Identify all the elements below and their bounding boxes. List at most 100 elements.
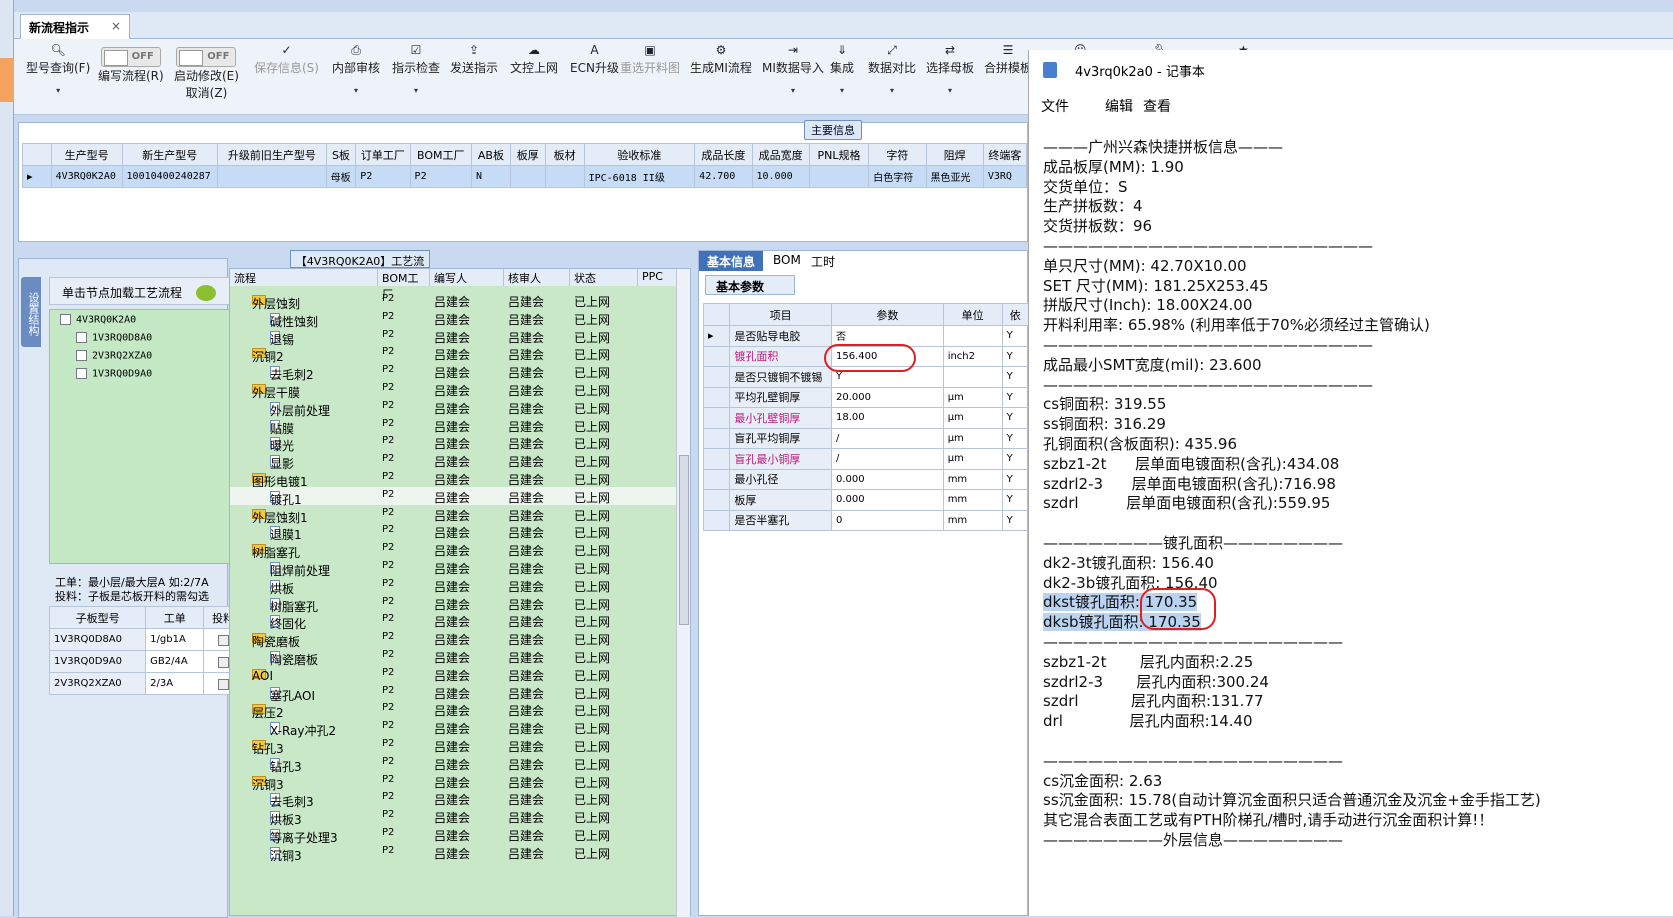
flow-row[interactable]: 树脂塞孔 P2 吕建会 吕建会 已上网 (230, 594, 678, 614)
column-header[interactable]: 升级前旧生产型号 (217, 143, 327, 166)
table-cell[interactable]: 1/gb1A (145, 628, 205, 651)
table-cell[interactable] (808, 165, 870, 188)
flow-row[interactable]: 沉铜3 P2 吕建会 吕建会 已上网 (230, 772, 678, 792)
column-header[interactable]: BOM工厂 (409, 143, 472, 166)
menu-item-0[interactable]: 文件 (1041, 96, 1069, 116)
flow-row[interactable]: X-Ray冲孔2 P2 吕建会 吕建会 已上网 (230, 718, 678, 738)
toolbar-list-button[interactable]: ☰ 合拼模板 (984, 43, 1032, 76)
flow-row[interactable]: 阻焊前处理 P2 吕建会 吕建会 已上网 (230, 558, 678, 578)
column-header[interactable]: 字符 (868, 143, 927, 166)
flow-row[interactable]: 显影 P2 吕建会 吕建会 已上网 (230, 451, 678, 471)
flow-row[interactable]: 树脂塞孔 P2 吕建会 吕建会 已上网 (230, 540, 678, 560)
close-icon[interactable]: × (111, 19, 121, 33)
toolbar-label-2[interactable]: 取消(Z) (186, 86, 228, 100)
table-cell[interactable] (217, 165, 327, 188)
flow-row[interactable]: AOI P2 吕建会 吕建会 已上网 (230, 665, 678, 683)
off-toggle[interactable]: OFF (176, 47, 237, 67)
flow-row[interactable]: 外层蚀刻 P2 吕建会 吕建会 已上网 (230, 291, 678, 311)
flow-row[interactable]: 去毛刺2 P2 吕建会 吕建会 已上网 (230, 362, 678, 382)
param-value[interactable]: 0.000 (830, 468, 944, 490)
param-row[interactable]: 盲孔平均铜厚 / μm Y (702, 427, 1030, 449)
toolbar-image-button[interactable]: ▣ 重选开料图 (620, 43, 680, 76)
table-row[interactable]: ▸ 4V3RQ0K2A0 10010400240287 母板 P2 P2 N IPC-6018… (22, 165, 1028, 188)
toolbar-cogs-button[interactable]: ⚙ 生成MI流程 (690, 43, 752, 76)
toolbar-toggle-2[interactable]: OFF 启动修改(E) 取消(Z) (174, 47, 239, 101)
flow-row[interactable]: 图形电镀1 P2 吕建会 吕建会 已上网 (230, 469, 678, 489)
chevron-down-icon[interactable]: ▾ (926, 86, 974, 95)
flow-row[interactable]: 外层蚀刻1 P2 吕建会 吕建会 已上网 (230, 505, 678, 525)
table-cell[interactable]: 10.000 (751, 165, 810, 188)
param-row[interactable]: 最小孔径 0.000 mm Y (702, 468, 1030, 490)
table-row[interactable]: 2V3RQ2XZA0 2/3A (48, 672, 243, 695)
flow-row[interactable]: 钻孔3 P2 吕建会 吕建会 已上网 (230, 754, 678, 774)
flow-column-header[interactable]: BOM工厂 (378, 269, 430, 301)
param-row[interactable]: 盲孔最小铜厚 / μm Y (702, 448, 1030, 470)
param-value[interactable]: 18.00 (830, 407, 944, 429)
column-header[interactable]: 参数 (830, 303, 944, 326)
table-cell[interactable]: 4V3RQ0K2A0 (50, 165, 123, 188)
table-cell[interactable]: P2 (409, 165, 472, 188)
flow-row[interactable]: 外层干膜 P2 吕建会 吕建会 已上网 (230, 380, 678, 400)
tab-0[interactable]: 基本信息 (699, 251, 764, 271)
flow-row[interactable]: 沉铜2 P2 吕建会 吕建会 已上网 (230, 344, 678, 364)
column-header[interactable]: 成品长度 (694, 143, 753, 166)
column-header[interactable]: 板厚 (509, 143, 546, 166)
toolbar-upload-button[interactable]: ⇪ 发送指示 (450, 43, 498, 76)
column-header[interactable]: 项目 (729, 303, 832, 326)
chevron-down-icon[interactable]: ▾ (868, 86, 916, 95)
column-header[interactable]: 阻焊 (925, 143, 984, 166)
table-cell[interactable]: 母板 (325, 165, 357, 188)
column-header[interactable]: 板材 (544, 143, 585, 166)
table-cell[interactable]: 1V3RQ0D8A0 (48, 628, 147, 651)
tree-node[interactable]: 4V3RQ0K2A0 (60, 314, 136, 326)
table-row[interactable]: 1V3RQ0D9A0 GB2/4A (48, 650, 243, 673)
table-row[interactable]: 1V3RQ0D8A0 1/gb1A (48, 628, 243, 651)
param-value[interactable]: / (830, 427, 944, 449)
table-cell[interactable]: 黑色亚光 (925, 165, 984, 188)
toolbar-printer-button[interactable]: ⎙ 内部审核 ▾ (332, 43, 380, 95)
flow-scrollbar[interactable] (676, 269, 690, 917)
table-cell[interactable]: P2 (355, 165, 411, 188)
flow-row[interactable]: 退锡 P2 吕建会 吕建会 已上网 (230, 327, 678, 347)
flow-row[interactable]: 烘板 P2 吕建会 吕建会 已上网 (230, 576, 678, 596)
column-header[interactable]: 成品宽度 (751, 143, 810, 166)
flow-row[interactable]: 陶瓷磨板 P2 吕建会 吕建会 已上网 (230, 629, 678, 649)
table-cell[interactable]: V3RQ (982, 165, 1028, 188)
table-cell[interactable]: 2/3A (145, 672, 205, 695)
toolbar-search-button[interactable]: 🔍︎ 型号查询(F) ▾ (26, 43, 90, 95)
column-header[interactable]: 生产型号 (50, 143, 123, 166)
column-header[interactable]: 单位 (942, 303, 1003, 326)
param-value[interactable]: 0.000 (830, 489, 944, 511)
checkbox[interactable] (60, 314, 71, 325)
flow-row[interactable]: 镀孔1 P2 吕建会 吕建会 已上网 (230, 486, 678, 507)
notepad-text[interactable]: ———广州兴森快捷拼板信息——— 成品板厚(MM): 1.90 交货单位：S 生… (1043, 138, 1541, 851)
toolbar-check-button[interactable]: ✓ 保存信息(S) (254, 43, 319, 76)
chevron-down-icon[interactable]: ▾ (332, 86, 380, 95)
chevron-down-icon[interactable]: ▾ (830, 86, 854, 95)
param-value[interactable]: 20.000 (830, 386, 944, 408)
tab-new-flow[interactable]: 新流程指示 × (20, 14, 130, 39)
table-cell[interactable]: 42.700 (694, 165, 753, 188)
column-header[interactable]: 订单工厂 (355, 143, 411, 166)
toolbar-compare-button[interactable]: ⤢ 数据对比 ▾ (868, 43, 916, 95)
checkbox[interactable] (76, 332, 87, 343)
table-cell[interactable]: IPC-6018 II级 (583, 165, 696, 188)
flow-row[interactable]: 陶瓷磨板 P2 吕建会 吕建会 已上网 (230, 647, 678, 667)
param-row[interactable]: 板厚 0.000 mm Y (702, 489, 1030, 511)
param-row[interactable]: 平均孔壁铜厚 20.000 μm Y (702, 386, 1030, 408)
flow-row[interactable]: 塞孔AOI P2 吕建会 吕建会 已上网 (230, 683, 678, 703)
table-cell[interactable]: 1V3RQ0D9A0 (48, 650, 147, 673)
column-header[interactable]: 新生产型号 (121, 143, 219, 166)
menu-item-1[interactable]: 编辑 (1105, 96, 1133, 116)
column-header[interactable]: 验收标准 (583, 143, 696, 166)
flow-row[interactable]: 终固化 P2 吕建会 吕建会 已上网 (230, 611, 678, 631)
toolbar-checkbox-button[interactable]: ☑ 指示检查 ▾ (392, 43, 440, 95)
param-value[interactable]: 0 (830, 509, 944, 531)
column-header[interactable]: 终端客 (982, 143, 1028, 166)
column-header[interactable]: AB板 (470, 143, 511, 166)
flow-row[interactable]: 沉铜3 P2 吕建会 吕建会 已上网 (230, 843, 678, 863)
table-cell[interactable] (544, 165, 585, 188)
param-value[interactable]: / (830, 448, 944, 470)
flow-column-header[interactable]: 核审人 (504, 269, 570, 286)
flow-row[interactable]: 外层前处理 P2 吕建会 吕建会 已上网 (230, 398, 678, 418)
